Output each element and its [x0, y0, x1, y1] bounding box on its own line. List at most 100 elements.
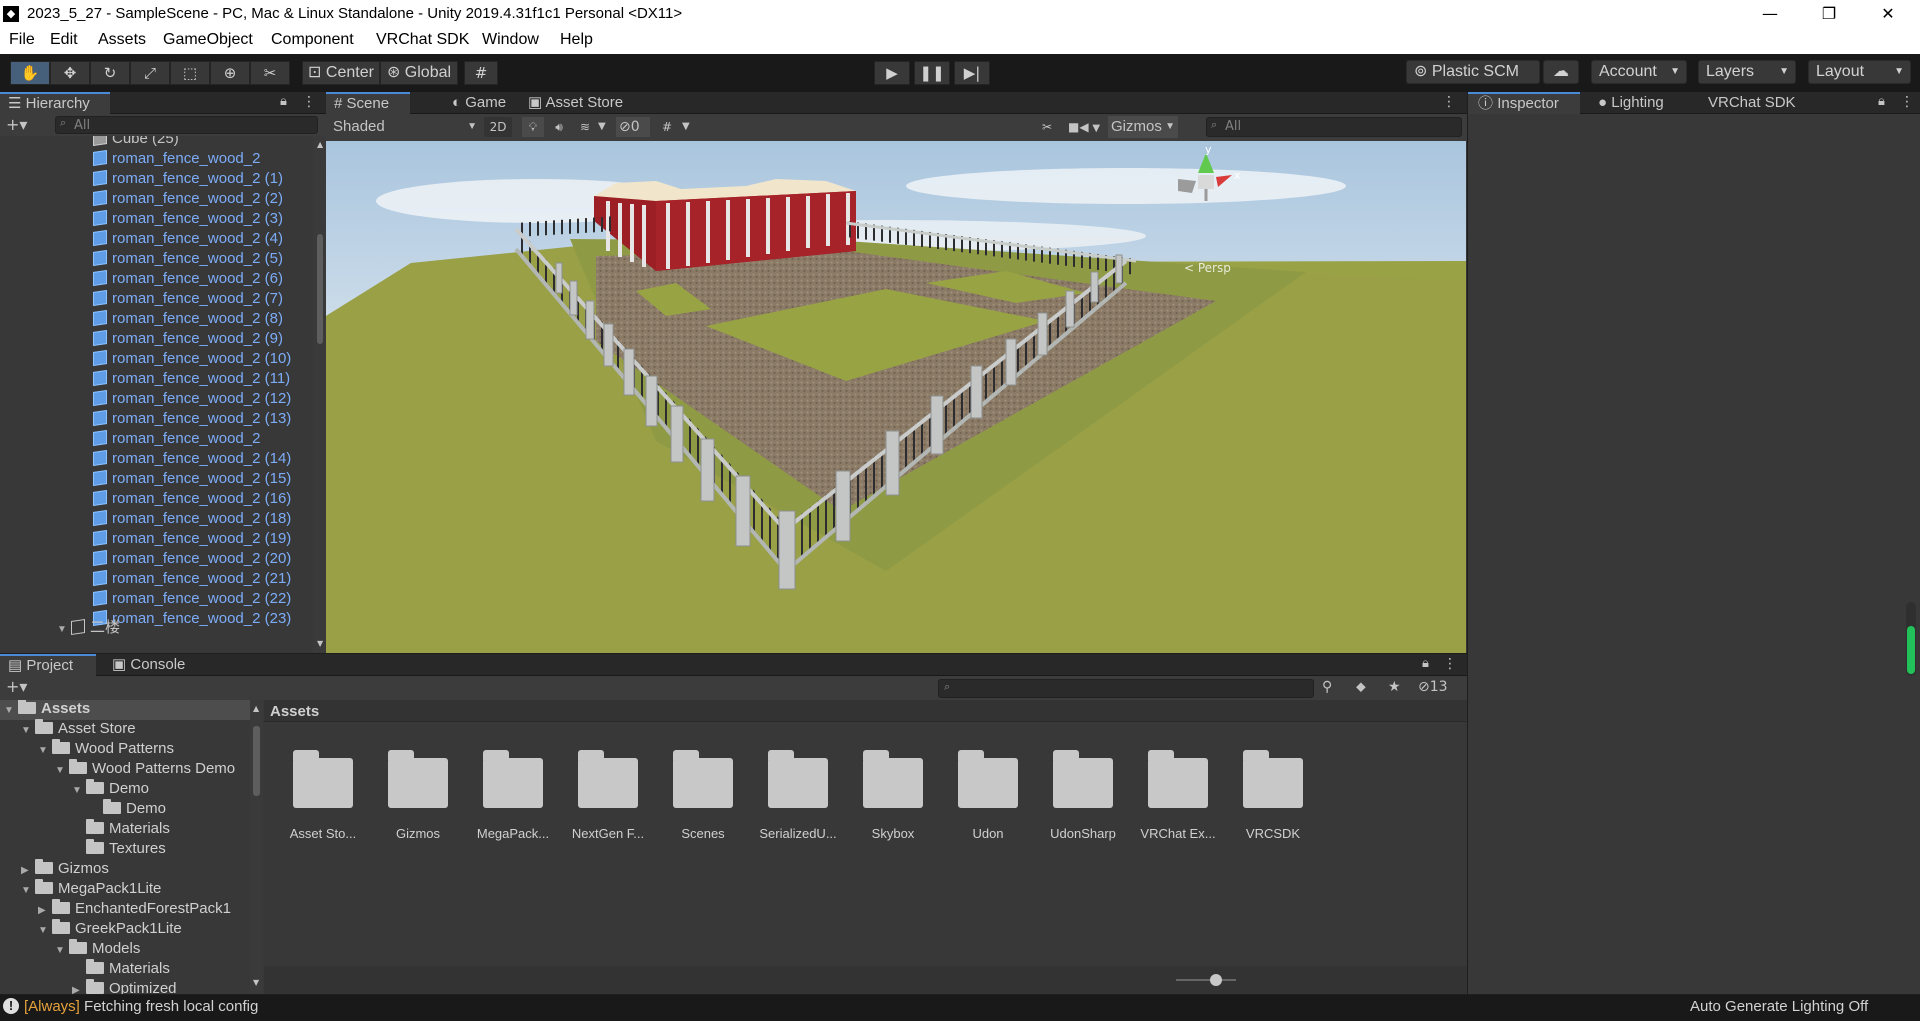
hierarchy-item[interactable]: roman_fence_wood_2 (6) — [93, 270, 283, 290]
status-message[interactable]: [Always] Fetching fresh local config — [24, 998, 258, 1015]
hierarchy-item[interactable]: roman_fence_wood_2 (7) — [93, 290, 283, 310]
scale-tool-icon[interactable]: ⤢ — [130, 61, 170, 85]
tab-lighting[interactable]: ● Lighting — [1598, 92, 1664, 114]
folder-icon[interactable] — [673, 750, 733, 808]
hierarchy-item[interactable]: roman_fence_wood_2 (18) — [93, 510, 291, 530]
chevron-down-icon[interactable]: ▼ — [72, 785, 86, 796]
menu-file[interactable]: File — [9, 31, 35, 49]
menu-gameobject[interactable]: GameObject — [163, 31, 253, 49]
filter-type-icon[interactable]: ⚲ — [1322, 679, 1332, 695]
tree-item[interactable]: Materials — [72, 959, 170, 980]
gizmos-dropdown[interactable]: Gizmos ▼ — [1108, 116, 1178, 138]
hierarchy-item[interactable]: roman_fence_wood_2 (16) — [93, 490, 291, 510]
menu-component[interactable]: Component — [271, 31, 354, 49]
folder-icon[interactable] — [293, 750, 353, 808]
asset-folder-label[interactable]: Gizmos — [373, 826, 463, 841]
hand-tool-icon[interactable]: ✋ — [10, 61, 50, 85]
tree-item[interactable]: ▶ EnchantedForestPack1 — [38, 899, 231, 920]
shading-mode-dropdown[interactable]: Shaded ▼ — [330, 116, 480, 138]
asset-folder-label[interactable]: Udon — [943, 826, 1033, 841]
tree-item[interactable]: ▼ MegaPack1Lite — [21, 879, 161, 900]
hierarchy-item-cube[interactable]: Cube (25) — [93, 136, 179, 150]
tree-item[interactable]: ▼ Models — [55, 939, 140, 960]
hierarchy-item[interactable]: roman_fence_wood_2 (11) — [93, 370, 290, 390]
scrollbar-thumb[interactable] — [317, 234, 323, 344]
tree-item[interactable]: ▼ Wood Patterns — [38, 739, 174, 760]
hierarchy-item[interactable]: roman_fence_wood_2 — [93, 430, 260, 450]
chevron-down-icon[interactable]: ▼ — [598, 117, 612, 137]
chevron-down-icon[interactable]: ▼ — [38, 925, 52, 936]
camera-dropdown[interactable]: ■◀ ▼ — [1068, 117, 1102, 137]
hierarchy-item[interactable]: roman_fence_wood_2 (20) — [93, 550, 291, 570]
chevron-down-icon[interactable]: ▼ — [4, 705, 18, 716]
folder-icon[interactable] — [483, 750, 543, 808]
chevron-down-icon[interactable]: ▼ — [682, 117, 696, 137]
folder-icon[interactable] — [768, 750, 828, 808]
asset-folder-label[interactable]: MegaPack... — [468, 826, 558, 841]
folder-icon[interactable] — [863, 750, 923, 808]
hierarchy-item[interactable]: roman_fence_wood_2 (9) — [93, 330, 283, 350]
tree-item[interactable]: ▼ Demo — [72, 779, 149, 800]
folder-icon[interactable] — [1148, 750, 1208, 808]
scroll-down-icon[interactable]: ▼ — [253, 978, 259, 987]
add-plus-icon[interactable]: +▾ — [6, 115, 27, 134]
account-dropdown[interactable]: Account ▼ — [1591, 60, 1687, 84]
asset-folder-label[interactable]: NextGen F... — [563, 826, 653, 841]
tree-item[interactable]: Materials — [72, 819, 170, 840]
kebab-menu-icon[interactable]: ⋮ — [1442, 94, 1456, 110]
scroll-down-icon[interactable]: ▼ — [317, 639, 323, 648]
hierarchy-item[interactable]: roman_fence_wood_2 (10) — [93, 350, 291, 370]
scene-search-input[interactable]: All — [1206, 117, 1462, 137]
asset-folder-label[interactable]: Asset Sto... — [278, 826, 368, 841]
folder-icon[interactable] — [1243, 750, 1303, 808]
hierarchy-item[interactable]: roman_fence_wood_2 (8) — [93, 310, 283, 330]
hierarchy-item[interactable]: roman_fence_wood_2 — [93, 150, 260, 170]
tree-item[interactable]: ▶ Gizmos — [21, 859, 109, 880]
close-button[interactable]: ✕ — [1864, 0, 1912, 29]
plastic-scm-button[interactable]: ⊚ Plastic SCM — [1406, 60, 1540, 84]
hierarchy-item[interactable]: roman_fence_wood_2 (21) — [93, 570, 291, 590]
chevron-down-icon[interactable]: ▼ — [55, 945, 69, 956]
kebab-menu-icon[interactable]: ⋮ — [1443, 656, 1457, 672]
lock-icon[interactable]: 🔒︎ — [1878, 94, 1885, 109]
asset-folder-label[interactable]: SerializedU... — [753, 826, 843, 841]
scroll-up-icon[interactable]: ▲ — [317, 140, 323, 149]
slider-thumb[interactable] — [1210, 974, 1222, 986]
tools-icon[interactable]: ✂ — [1036, 117, 1058, 137]
add-plus-icon[interactable]: +▾ — [6, 677, 27, 696]
rect-tool-icon[interactable]: ⬚ — [170, 61, 210, 85]
tree-item[interactable]: ▶ Optimized — [72, 979, 177, 994]
tab-game[interactable]: ◐ Game — [452, 92, 506, 114]
menu-window[interactable]: Window — [482, 31, 539, 49]
kebab-menu-icon[interactable]: ⋮ — [1900, 94, 1914, 110]
perspective-label[interactable]: < Persp — [1184, 261, 1231, 275]
hierarchy-item[interactable]: roman_fence_wood_2 (23) — [93, 610, 291, 630]
hierarchy-scrollbar[interactable]: ▲ ▼ — [313, 136, 327, 653]
audio-toggle-icon[interactable]: 🔊︎ — [548, 117, 570, 137]
custom-tool-icon[interactable]: ✂ — [250, 61, 290, 85]
pivot-global-toggle[interactable]: ⊛ Global — [380, 61, 458, 85]
chevron-right-icon[interactable]: ▶ — [21, 865, 35, 876]
menu-assets[interactable]: Assets — [98, 31, 146, 49]
hierarchy-item[interactable]: roman_fence_wood_2 (1) — [93, 170, 283, 190]
icon-size-slider[interactable] — [1176, 979, 1236, 981]
label-tag-icon[interactable]: ⬥ — [1356, 679, 1366, 695]
move-tool-icon[interactable]: ✥ — [50, 61, 90, 85]
tab-console[interactable]: ▣ Console — [112, 654, 185, 676]
chevron-right-icon[interactable]: ▶ — [72, 985, 86, 994]
hidden-packages-toggle[interactable]: ⊘13 — [1418, 679, 1448, 695]
menu-edit[interactable]: Edit — [50, 31, 78, 49]
transform-tool-icon[interactable]: ⊕ — [210, 61, 250, 85]
hierarchy-item[interactable]: roman_fence_wood_2 (2) — [93, 190, 283, 210]
hierarchy-item[interactable]: roman_fence_wood_2 (15) — [93, 470, 291, 490]
restore-button[interactable]: ❐ — [1805, 0, 1853, 29]
tab-project[interactable]: ▤ Project — [0, 654, 96, 676]
tree-item[interactable]: ▼ Asset Store — [21, 719, 136, 740]
rotate-tool-icon[interactable]: ↻ — [90, 61, 130, 85]
scrollbar-thumb[interactable] — [253, 726, 260, 796]
folder-icon[interactable] — [578, 750, 638, 808]
chevron-down-icon[interactable]: ▼ — [21, 885, 35, 896]
grid-snap-icon[interactable]: # — [464, 61, 498, 85]
chevron-down-icon[interactable]: ▼ — [21, 725, 35, 736]
hierarchy-item[interactable]: roman_fence_wood_2 (3) — [93, 210, 283, 230]
